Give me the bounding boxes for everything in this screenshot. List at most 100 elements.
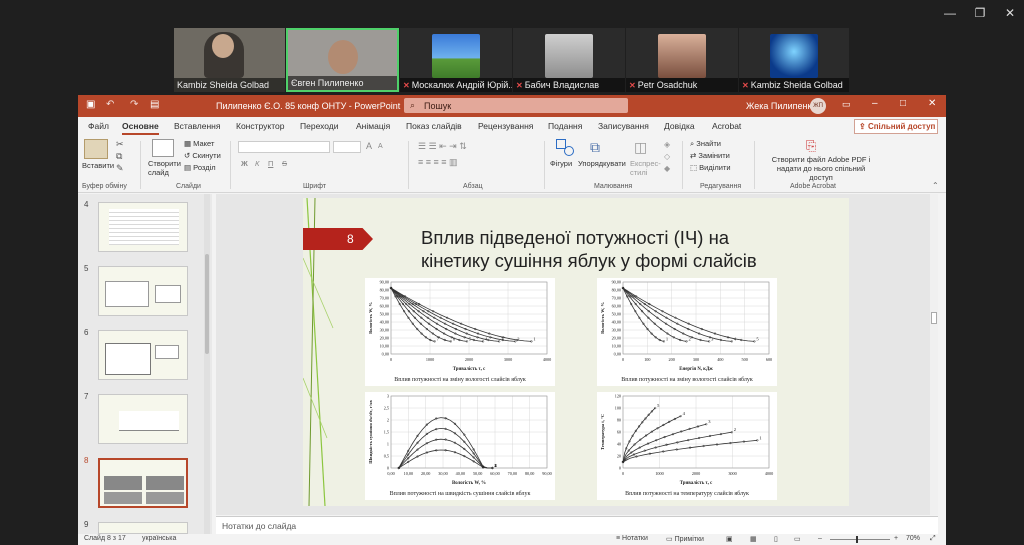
strikethrough-button[interactable]: S: [282, 159, 287, 168]
tab-home[interactable]: Основне: [122, 121, 159, 135]
bold-button[interactable]: Ж: [241, 159, 248, 168]
participant-tile[interactable]: Kambiz Sheida Golbad: [174, 28, 285, 92]
minimize-icon[interactable]: –: [872, 98, 878, 109]
redo-icon[interactable]: ↷: [130, 99, 138, 110]
slide-title-line-1: Вплив підведеної потужності (ІЧ) на: [421, 227, 730, 248]
undo-icon[interactable]: ↶: [106, 99, 114, 110]
close-icon[interactable]: ✕: [1000, 6, 1020, 20]
tab-file[interactable]: Файл: [88, 121, 109, 131]
y-tick-label: 10,00: [612, 344, 621, 350]
collapse-ribbon-icon[interactable]: ⌃: [932, 181, 939, 190]
restore-icon[interactable]: ❐: [970, 6, 990, 20]
zoom-in-icon[interactable]: +: [894, 535, 898, 542]
new-slide-icon[interactable]: [152, 139, 174, 157]
avatar[interactable]: ЖП: [810, 98, 826, 114]
paste-button[interactable]: Вставити: [82, 161, 114, 170]
language[interactable]: українська: [142, 535, 176, 542]
slide-thumbnail-selected[interactable]: [98, 458, 188, 508]
shapes-button[interactable]: Фігури: [550, 159, 572, 168]
user-name[interactable]: Жека Пилипенко: [746, 101, 817, 111]
slide-canvas[interactable]: 8 Вплив підведеної потужності (ІЧ) на кі…: [303, 198, 849, 506]
bullets-icon[interactable]: ☰ ☰ ⇤ ⇥ ⇅: [418, 141, 467, 152]
tab-animations[interactable]: Анімація: [356, 121, 390, 131]
x-axis-label: Вологість W, %: [452, 481, 486, 486]
participant-tile[interactable]: ✕ Kambiz Sheida Golbad: [739, 28, 849, 92]
view-sorter-icon[interactable]: ▦: [750, 535, 757, 543]
font-size-select[interactable]: [333, 141, 361, 153]
arrange-icon[interactable]: ⧉: [590, 139, 600, 156]
replace-button[interactable]: ⇄ Замінити: [690, 151, 730, 160]
reset-button[interactable]: ↺ Скинути: [184, 151, 221, 160]
shapes-icon[interactable]: [556, 139, 576, 157]
align-icons[interactable]: ≡ ≡ ≡ ≡ ▥: [418, 157, 458, 168]
zoom-out-icon[interactable]: –: [818, 535, 822, 542]
tab-slideshow[interactable]: Показ слайдів: [406, 121, 462, 131]
view-slideshow-icon[interactable]: ▭: [794, 535, 801, 543]
paste-icon[interactable]: [84, 139, 108, 159]
x-tick-label: 3000: [728, 471, 736, 476]
arrange-button[interactable]: Упорядкувати: [578, 159, 626, 168]
italic-button[interactable]: К: [255, 159, 259, 168]
close-icon[interactable]: ✕: [928, 98, 936, 109]
slide-number-badge: 8: [303, 228, 373, 250]
font-shrink-button[interactable]: A: [378, 143, 383, 150]
section-button[interactable]: ▤ Розділ: [184, 163, 216, 172]
quick-styles-button[interactable]: Експрес-стилі: [630, 159, 661, 177]
zoom-slider[interactable]: [830, 536, 890, 543]
participant-tile[interactable]: ✕ Petr Osadchuk: [626, 28, 738, 92]
maximize-icon[interactable]: □: [900, 98, 906, 109]
ribbon-display-icon[interactable]: ▭: [842, 99, 851, 110]
participant-avatar: [658, 34, 706, 78]
adobe-pdf-icon[interactable]: ⎘: [806, 138, 816, 154]
zoom-level[interactable]: 70%: [906, 535, 920, 542]
tab-acrobat[interactable]: Acrobat: [712, 121, 741, 131]
share-button[interactable]: ⇪ Спільний доступ: [854, 119, 938, 134]
underline-button[interactable]: П: [268, 159, 273, 168]
participant-tile[interactable]: ✕ Бабич Владислав: [513, 28, 625, 92]
notes-pane[interactable]: Нотатки до слайда: [216, 516, 938, 534]
tab-transitions[interactable]: Переходи: [300, 121, 339, 131]
tab-design[interactable]: Конструктор: [236, 121, 284, 131]
quick-styles-icon[interactable]: ◫: [634, 139, 647, 156]
cut-icon[interactable]: ✂: [116, 139, 124, 150]
font-grow-button[interactable]: A: [366, 141, 372, 151]
select-button[interactable]: ⬚ Виділити: [690, 163, 731, 172]
font-family-select[interactable]: [238, 141, 330, 153]
tab-recording[interactable]: Записування: [598, 121, 649, 131]
fit-slide-icon[interactable]: ⤢: [930, 535, 936, 543]
tab-insert[interactable]: Вставлення: [174, 121, 220, 131]
participant-tile[interactable]: ✕ Москалюк Андрій Юрій...: [400, 28, 512, 92]
new-slide-button[interactable]: Створити слайд: [148, 159, 182, 177]
y-tick-label: 2: [387, 418, 389, 423]
x-tick-label: 2000: [465, 357, 473, 362]
layout-button[interactable]: ▦ Макет: [184, 139, 214, 148]
view-normal-icon[interactable]: ▣: [726, 535, 733, 543]
comments-toggle[interactable]: ▭ Примітки: [666, 535, 704, 543]
powerpoint-window: ▣ ↶ ↷ ▤ Пилипенко Є.О. 85 конф ОНТУ - Po…: [78, 95, 946, 545]
editor-scrollbar[interactable]: [930, 194, 938, 515]
thumbnails-scrollbar[interactable]: [204, 194, 210, 534]
find-button[interactable]: ⌕ Знайти: [690, 139, 721, 149]
x-tick-label: 200: [669, 357, 675, 362]
minimize-icon[interactable]: —: [940, 6, 960, 20]
save-icon[interactable]: ▣: [86, 99, 95, 110]
slide-thumbnail[interactable]: [98, 202, 188, 252]
shape-fill-icons[interactable]: ◈ ◇ ◆: [664, 139, 670, 175]
series-line: [622, 415, 681, 463]
notes-toggle[interactable]: ≡ Нотатки: [616, 535, 648, 542]
mic-muted-icon: ✕: [742, 81, 749, 90]
search-box[interactable]: ⌕ Пошук: [404, 98, 628, 113]
slideshow-start-icon[interactable]: ▤: [150, 99, 159, 110]
participant-tile-active[interactable]: Євген Пилипенко: [286, 28, 399, 92]
slide-thumbnail[interactable]: [98, 266, 188, 316]
create-pdf-share-button[interactable]: Створити файл Adobe PDF і надати до ньог…: [764, 155, 878, 182]
copy-icon[interactable]: ⧉: [116, 151, 122, 162]
format-painter-icon[interactable]: ✎: [116, 163, 124, 174]
tab-view[interactable]: Подання: [548, 121, 582, 131]
slide-thumbnail[interactable]: [98, 394, 188, 444]
slide-thumbnail[interactable]: [98, 522, 188, 534]
slide-thumbnail[interactable]: [98, 330, 188, 380]
view-reading-icon[interactable]: ▯: [774, 535, 778, 543]
tab-help[interactable]: Довідка: [664, 121, 695, 131]
tab-review[interactable]: Рецензування: [478, 121, 533, 131]
